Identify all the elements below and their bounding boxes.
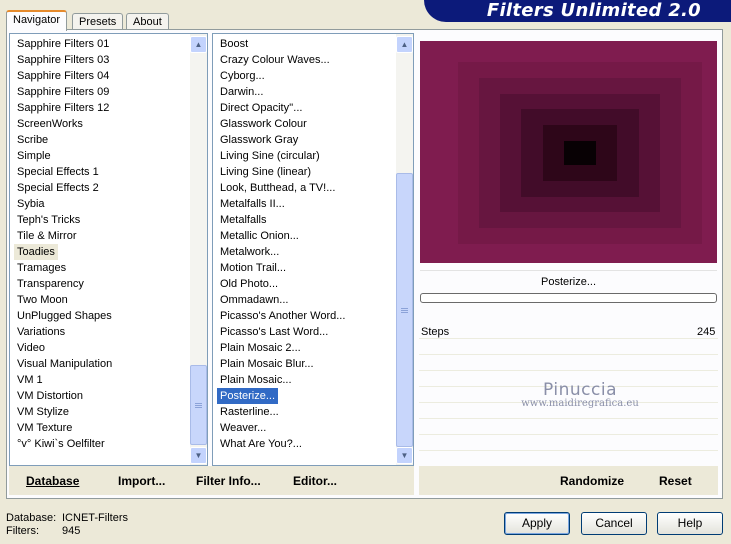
category-list-item[interactable]: Sapphire Filters 09 (14, 84, 112, 100)
parameter-row (419, 339, 718, 355)
category-list-item[interactable]: Scribe (14, 132, 51, 148)
posterize-band (563, 141, 597, 165)
category-list-item[interactable]: Special Effects 2 (14, 180, 102, 196)
scroll-up-icon[interactable]: ▲ (396, 36, 413, 53)
preview-image (420, 41, 717, 263)
filter-list-item[interactable]: Living Sine (circular) (217, 148, 323, 164)
filter-list-item[interactable]: Plain Mosaic Blur... (217, 356, 317, 372)
status-database-value: ICNET-Filters (62, 512, 128, 524)
category-list-item[interactable]: Two Moon (14, 292, 71, 308)
category-list-item[interactable]: Variations (14, 324, 68, 340)
filter-list-item[interactable]: Glasswork Gray (217, 132, 301, 148)
filter-list-item[interactable]: Rasterline... (217, 404, 282, 420)
category-list-item[interactable]: Sapphire Filters 04 (14, 68, 112, 84)
category-list-item[interactable]: Tile & Mirror (14, 228, 79, 244)
filter-list-item[interactable]: Glasswork Colour (217, 116, 310, 132)
filter-list-item[interactable]: Motion Trail... (217, 260, 289, 276)
category-list-item[interactable]: Video (14, 340, 48, 356)
category-list-item[interactable]: UnPlugged Shapes (14, 308, 115, 324)
category-list-item[interactable]: Special Effects 1 (14, 164, 102, 180)
category-scroll-thumb[interactable] (190, 365, 207, 445)
category-list-item[interactable]: °v° Kiwi`s Oelfilter (14, 436, 108, 452)
database-button[interactable]: Database (26, 474, 79, 488)
category-list-item[interactable]: Visual Manipulation (14, 356, 115, 372)
category-list-item[interactable]: VM Distortion (14, 388, 86, 404)
tab-presets[interactable]: Presets (72, 13, 124, 30)
filter-list-item[interactable]: Picasso's Another Word... (217, 308, 348, 324)
category-list-item[interactable]: VM Stylize (14, 404, 72, 420)
parameter-row (419, 419, 718, 435)
filter-scroll-thumb[interactable] (396, 173, 413, 447)
status-database-label: Database: (6, 512, 57, 524)
tab-navigator[interactable]: Navigator (6, 10, 68, 31)
cancel-button[interactable]: Cancel (581, 512, 647, 535)
filter-list-item[interactable]: Plain Mosaic... (217, 372, 295, 388)
reset-button[interactable]: Reset (659, 474, 692, 488)
filter-list[interactable]: ▲ ▼ Boost Crazy Colour Waves... Cyborg... D… (212, 33, 414, 466)
category-list-item[interactable]: Sybia (14, 196, 48, 212)
status-filters-value: 945 (62, 525, 81, 537)
filter-list-item[interactable]: Cyborg... (217, 68, 268, 84)
category-list-item[interactable]: ScreenWorks (14, 116, 86, 132)
filter-list-item[interactable]: Darwin... (217, 84, 266, 100)
filter-list-item[interactable]: Crazy Colour Waves... (217, 52, 333, 68)
watermark: Pinuccia www.maidiregrafica.eu (505, 380, 655, 409)
app-title: Filters Unlimited 2.0 (486, 0, 701, 21)
filter-list-item[interactable]: Metalwork... (217, 244, 282, 260)
watermark-name: Pinuccia (543, 380, 617, 400)
category-list[interactable]: ▲ ▼ Sapphire Filters 01 Sapphire Filters … (9, 33, 208, 466)
filter-list-item[interactable]: Plain Mosaic 2... (217, 340, 304, 356)
category-scrollbar[interactable]: ▲ ▼ (190, 34, 207, 465)
category-list-item[interactable]: Simple (14, 148, 54, 164)
category-list-item[interactable]: Sapphire Filters 01 (14, 36, 112, 52)
category-list-item[interactable]: Sapphire Filters 12 (14, 100, 112, 116)
parameter-row (419, 451, 718, 467)
filter-scrollbar[interactable]: ▲ ▼ (396, 34, 413, 465)
param-value-steps[interactable]: 245 (697, 326, 715, 338)
filter-list-item[interactable]: Picasso's Last Word... (217, 324, 331, 340)
filter-info-button[interactable]: Filter Info... (196, 474, 261, 488)
filter-list-item[interactable]: Ommadawn... (217, 292, 291, 308)
filter-list-item[interactable]: Boost (217, 36, 251, 52)
parameter-row (419, 323, 718, 339)
category-list-item[interactable]: VM Texture (14, 420, 75, 436)
category-list-item[interactable]: VM 1 (14, 372, 46, 388)
category-list-item[interactable]: Transparency (14, 276, 87, 292)
filter-list-item[interactable]: Weaver... (217, 420, 269, 436)
help-button[interactable]: Help (657, 512, 723, 535)
category-list-item[interactable]: Teph's Tricks (14, 212, 83, 228)
filter-list-item[interactable]: Metalfalls (217, 212, 269, 228)
scroll-up-icon[interactable]: ▲ (190, 36, 207, 53)
apply-button[interactable]: Apply (504, 512, 570, 535)
editor-button[interactable]: Editor... (293, 474, 337, 488)
filter-list-item[interactable]: Metallic Onion... (217, 228, 302, 244)
category-list-item[interactable]: Sapphire Filters 03 (14, 52, 112, 68)
tab-about[interactable]: About (126, 13, 169, 30)
filter-list-item[interactable]: Metalfalls II... (217, 196, 288, 212)
import-button[interactable]: Import... (118, 474, 165, 488)
status-filters-label: Filters: (6, 525, 39, 537)
parameter-row (419, 435, 718, 451)
parameter-row (419, 355, 718, 371)
filter-list-item[interactable]: Direct Opacity''... (217, 100, 305, 116)
category-list-item[interactable]: Tramages (14, 260, 69, 276)
filter-list-item[interactable]: What Are You?... (217, 436, 305, 452)
filter-list-item[interactable]: Look, Butthead, a TV!... (217, 180, 338, 196)
progress-bar (420, 293, 717, 303)
watermark-url: www.maidiregrafica.eu (521, 398, 639, 409)
current-filter-name: Posterize... (420, 270, 717, 292)
title-banner: Filters Unlimited 2.0 (424, 0, 731, 22)
filter-list-item[interactable]: Posterize... (217, 388, 279, 404)
scroll-down-icon[interactable]: ▼ (396, 447, 413, 464)
category-list-item[interactable]: Toadies (14, 244, 58, 260)
param-label-steps: Steps (421, 326, 450, 338)
filter-list-item[interactable]: Old Photo... (217, 276, 281, 292)
filter-list-item[interactable]: Living Sine (linear) (217, 164, 314, 180)
scroll-down-icon[interactable]: ▼ (190, 447, 207, 464)
randomize-button[interactable]: Randomize (560, 474, 624, 488)
